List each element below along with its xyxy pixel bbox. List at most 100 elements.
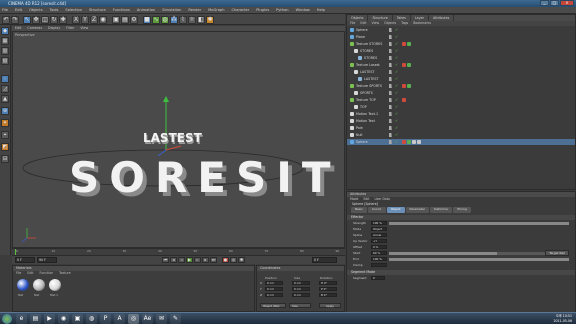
coord-pos-field[interactable]: 0 cm — [265, 287, 283, 291]
visibility-dots-icon[interactable] — [389, 49, 393, 53]
object-row[interactable]: SPORTS ✓ — [347, 90, 575, 96]
visibility-dots-icon[interactable] — [389, 77, 393, 81]
keyframe-selection-icon[interactable]: ✱ — [238, 257, 245, 263]
chrome-icon[interactable]: ◉ — [58, 314, 69, 324]
object-tag-icon[interactable] — [402, 140, 406, 144]
minimize-button[interactable]: _ — [540, 0, 549, 6]
menu-item-help[interactable]: Help — [317, 7, 325, 13]
firefox-icon[interactable]: ◍ — [86, 314, 97, 324]
object-row[interactable]: Texture TOP ✓ — [347, 97, 575, 103]
object-tag-icon[interactable] — [407, 42, 411, 46]
media-player-icon[interactable]: ▶ — [44, 314, 55, 324]
coord-rot-field[interactable]: P 0° — [319, 287, 337, 291]
next-frame-icon[interactable]: ▹ — [194, 257, 201, 263]
materials-menu-edit[interactable]: Edit — [27, 271, 33, 276]
timeline-ruler[interactable]: 0 10 20 30 40 50 60 70 80 90 — [12, 248, 345, 256]
object-row[interactable]: STORES ✓ — [347, 48, 575, 54]
visibility-dots-icon[interactable] — [389, 133, 393, 137]
go-to-start-icon[interactable]: ⏮ — [162, 257, 169, 263]
snap-icon[interactable]: ⌖ — [1, 131, 9, 139]
object-row[interactable]: LASTEST ✓ — [347, 69, 575, 75]
coord-rot-field[interactable]: B 0° — [319, 293, 337, 297]
attr-field-value[interactable]: Object — [371, 227, 387, 231]
object-row[interactable]: Sphere ✓ — [347, 139, 575, 145]
visibility-dots-icon[interactable] — [389, 63, 393, 67]
om-tab-attributes[interactable]: Attributes — [429, 15, 455, 21]
object-row[interactable]: Texture Lasest ✓ — [347, 62, 575, 68]
object-row[interactable]: Motion Text ✓ — [347, 118, 575, 124]
object-row[interactable]: LASTEST ✓ — [347, 76, 575, 82]
enabled-check-icon[interactable]: ✓ — [395, 125, 398, 131]
coord-pos-field[interactable]: 0 cm — [265, 293, 283, 297]
prev-frame-icon[interactable]: ◃ — [178, 257, 185, 263]
after-effects-icon[interactable]: Ae — [142, 314, 153, 324]
attr-tab-basic[interactable]: Basic — [351, 207, 367, 213]
edges-mode-icon[interactable]: ◿ — [1, 85, 9, 93]
visibility-dots-icon[interactable] — [389, 112, 393, 116]
materials-menu-file[interactable]: File — [16, 271, 21, 276]
frame-end-field[interactable]: 90 F — [37, 257, 57, 263]
array-icon[interactable]: ⁂ — [170, 16, 178, 24]
select-icon[interactable]: ↖ — [23, 16, 31, 24]
cinema4d-icon[interactable]: ◎ — [128, 314, 139, 324]
menu-item-structure[interactable]: Structure — [89, 7, 106, 13]
visibility-dots-icon[interactable] — [389, 119, 393, 123]
menu-item-character[interactable]: Character — [231, 7, 249, 13]
attr-tab-coord[interactable]: Coord. — [367, 207, 386, 213]
om-menu-tags[interactable]: Tags — [401, 21, 408, 26]
render-view-icon[interactable]: ▣ — [112, 16, 120, 24]
menu-item-file[interactable]: File — [2, 7, 8, 13]
z-axis-icon[interactable]: Z — [90, 16, 98, 24]
om-menu-objects[interactable]: Objects — [384, 21, 396, 26]
menu-item-selection[interactable]: Selection — [65, 7, 82, 13]
3d-viewport[interactable]: Perspective LASTEST LASTEST SORESIT SORE… — [12, 31, 345, 248]
om-menu-file[interactable]: File — [350, 21, 355, 26]
system-clock[interactable]: 오후 10:51 2011-05-06 — [553, 314, 572, 323]
enabled-check-icon[interactable]: ✓ — [395, 76, 398, 82]
object-tag-icon[interactable] — [407, 63, 411, 67]
enabled-check-icon[interactable]: ✓ — [395, 90, 398, 96]
om-menu-bookmarks[interactable]: Bookmarks — [413, 21, 431, 26]
menu-item-python[interactable]: Python — [276, 7, 288, 13]
lock-workplane-icon[interactable]: ⊟ — [1, 155, 9, 163]
enabled-check-icon[interactable]: ✓ — [395, 132, 398, 138]
y-axis-icon[interactable]: Y — [81, 16, 89, 24]
om-menu-view[interactable]: View — [372, 21, 380, 26]
folder-icon[interactable]: ▣ — [72, 314, 83, 324]
illustrator-icon[interactable]: A — [114, 314, 125, 324]
close-button[interactable]: × — [560, 0, 574, 6]
enabled-check-icon[interactable]: ✓ — [395, 104, 398, 110]
menu-item-simulation[interactable]: Simulation — [162, 7, 181, 13]
go-to-end-icon[interactable]: ⏭ — [210, 257, 217, 263]
menu-item-edit[interactable]: Edit — [15, 7, 22, 13]
menu-item-render[interactable]: Render — [188, 7, 201, 13]
object-row[interactable]: STORES ✓ — [347, 55, 575, 61]
visibility-dots-icon[interactable] — [389, 91, 393, 95]
coord-mode-select[interactable]: Object (Rel) — [260, 303, 286, 308]
polygons-mode-icon[interactable]: ▲ — [1, 95, 9, 103]
redo-icon[interactable]: ↷ — [11, 16, 19, 24]
visibility-dots-icon[interactable] — [389, 28, 393, 32]
object-row[interactable]: Pole ✓ — [347, 125, 575, 131]
scene-icon[interactable]: ☼ — [188, 16, 196, 24]
camera-icon[interactable]: ◧ — [197, 16, 205, 24]
om-menu-edit[interactable]: Edit — [360, 21, 366, 26]
enabled-check-icon[interactable]: ✓ — [395, 55, 398, 61]
frame-start-field[interactable]: 0 F — [15, 257, 35, 263]
workplane-icon[interactable]: ◩ — [1, 143, 9, 151]
axis-mode-icon[interactable]: ⊕ — [1, 107, 9, 115]
rotate-icon[interactable]: ↻ — [50, 16, 58, 24]
visibility-dots-icon[interactable] — [389, 126, 393, 130]
enabled-check-icon[interactable]: ✓ — [395, 62, 398, 68]
material-swatch[interactable] — [33, 279, 45, 291]
visibility-dots-icon[interactable] — [389, 70, 393, 74]
materials-menu-function[interactable]: Function — [40, 271, 54, 276]
coord-size-field[interactable]: 0 cm — [292, 287, 310, 291]
object-tag-icon[interactable] — [402, 98, 406, 102]
coord-rot-field[interactable]: H 0° — [319, 281, 337, 285]
object-row[interactable]: Null ✓ — [347, 132, 575, 138]
object-mode-icon[interactable]: ▥ — [1, 47, 9, 55]
materials-menu-texture[interactable]: Texture — [59, 271, 71, 276]
maximize-button[interactable]: □ — [550, 0, 559, 6]
x-axis-icon[interactable]: X — [72, 16, 80, 24]
